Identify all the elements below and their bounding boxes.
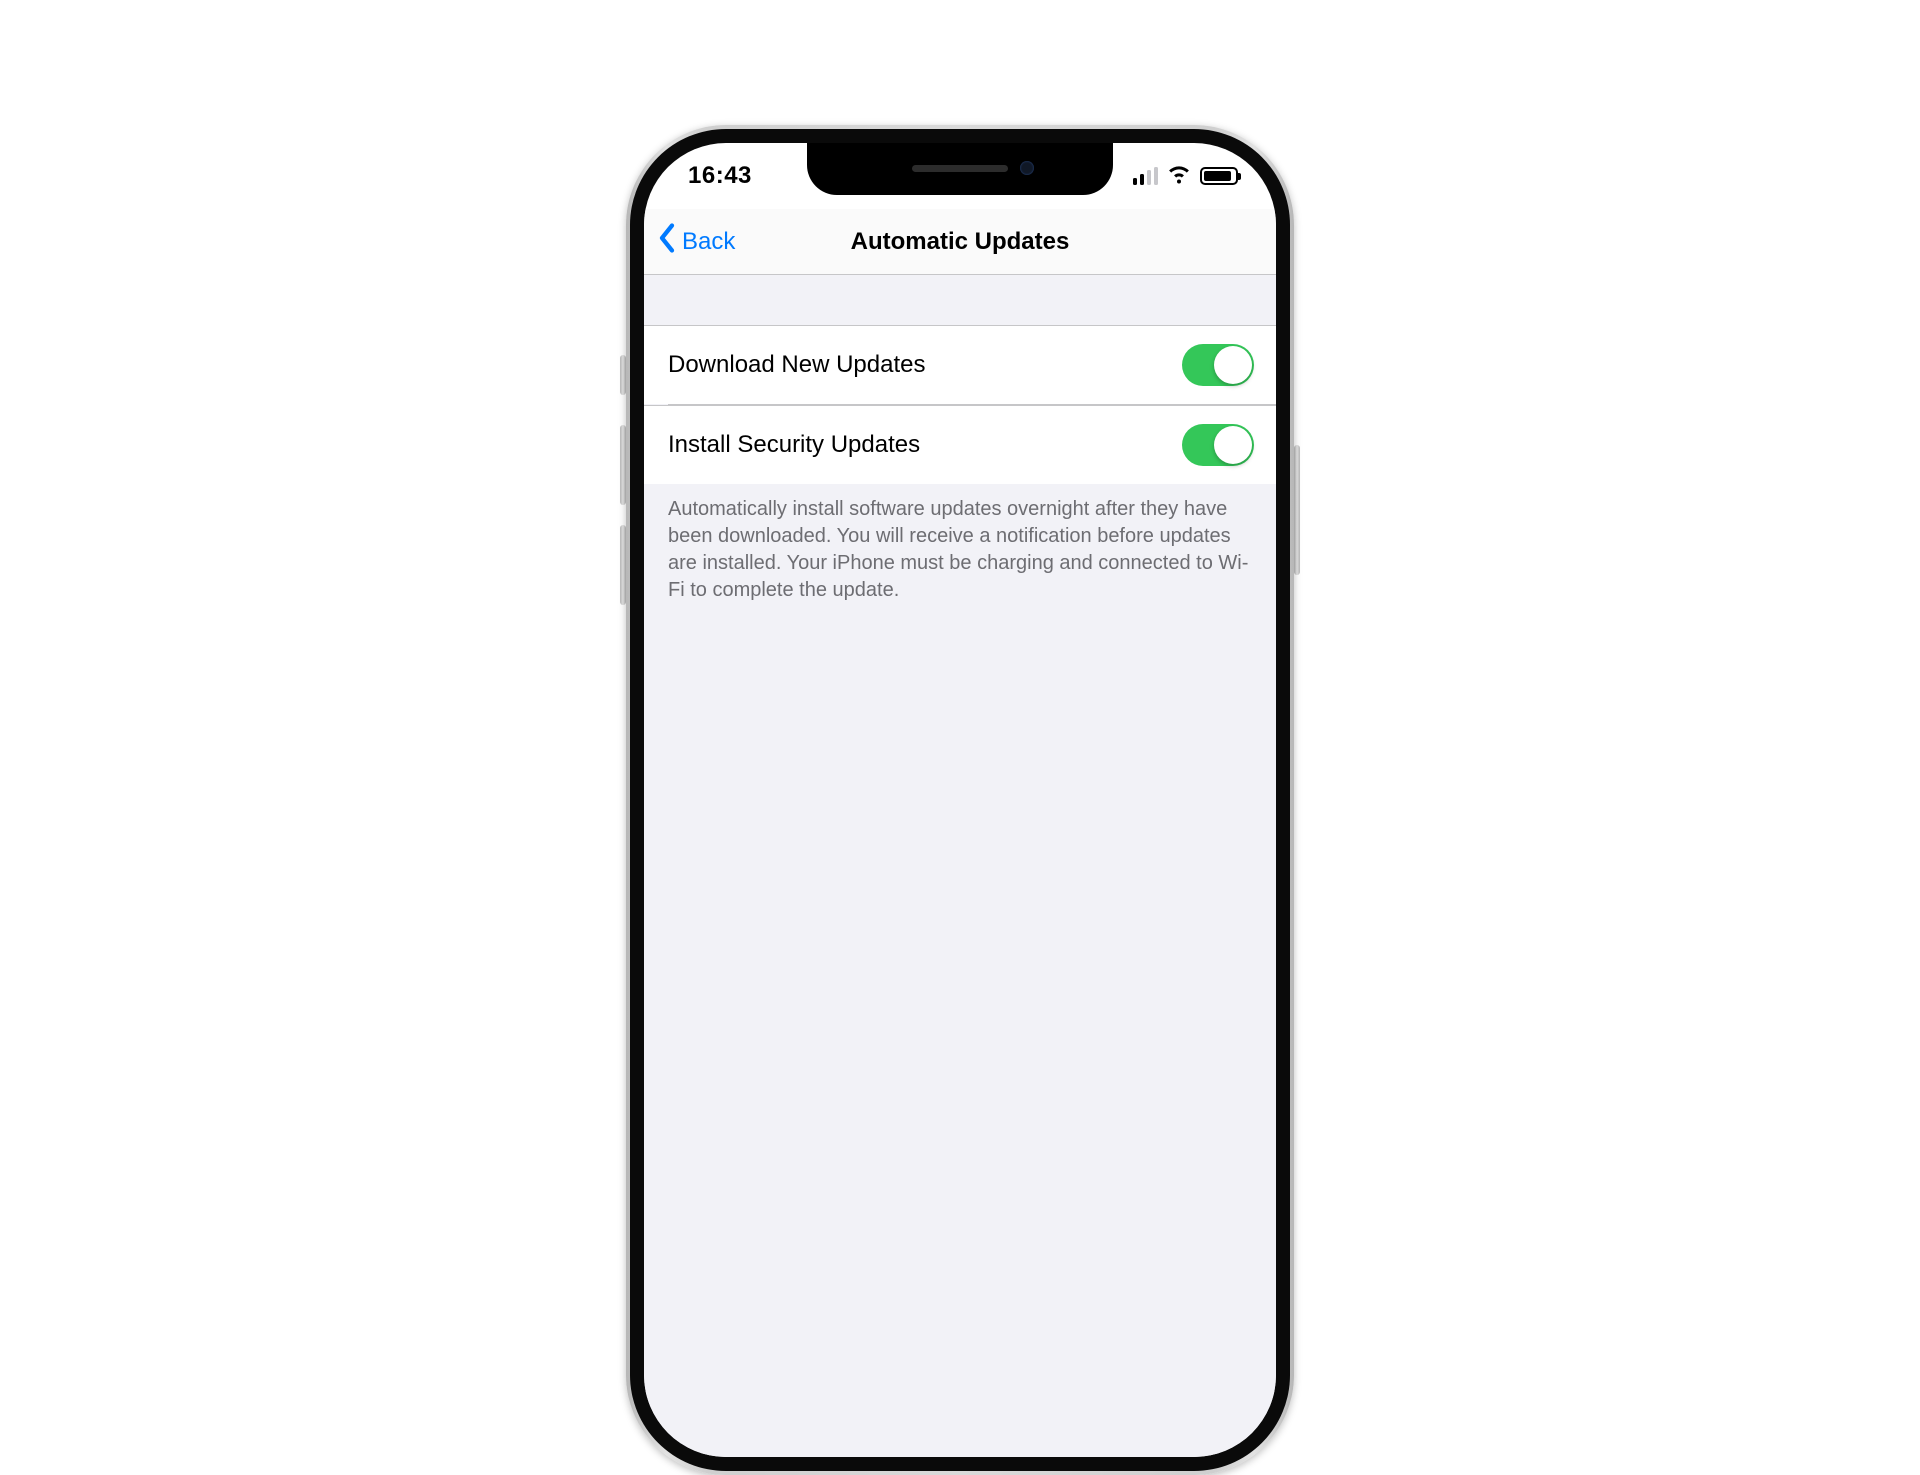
settings-content: Download New Updates Install Security Up… [644, 275, 1276, 1457]
page-title: Automatic Updates [851, 228, 1070, 256]
battery-icon [1200, 167, 1238, 185]
phone-mockup: 16:43 Back [626, 125, 1294, 1475]
status-time: 16:43 [688, 162, 752, 190]
cellular-icon [1133, 167, 1159, 185]
settings-group: Download New Updates Install Security Up… [644, 275, 1276, 604]
phone-screen: 16:43 Back [644, 143, 1276, 1457]
power-key [1294, 445, 1300, 575]
toggle-download-new-updates[interactable] [1182, 344, 1254, 386]
chevron-left-icon [656, 223, 678, 260]
row-install-security-updates[interactable]: Install Security Updates [644, 405, 1276, 484]
wifi-icon [1167, 161, 1191, 192]
toggle-install-security-updates[interactable] [1182, 424, 1254, 466]
row-download-new-updates[interactable]: Download New Updates [644, 325, 1276, 404]
back-button[interactable]: Back [656, 209, 735, 274]
status-bar: 16:43 [644, 143, 1276, 209]
canvas: 16:43 Back [0, 0, 1920, 1080]
group-footer-text: Automatically install software updates o… [644, 484, 1276, 604]
back-label: Back [682, 228, 735, 256]
nav-bar: Back Automatic Updates [644, 209, 1276, 275]
row-label: Install Security Updates [668, 431, 920, 459]
row-label: Download New Updates [668, 351, 925, 379]
